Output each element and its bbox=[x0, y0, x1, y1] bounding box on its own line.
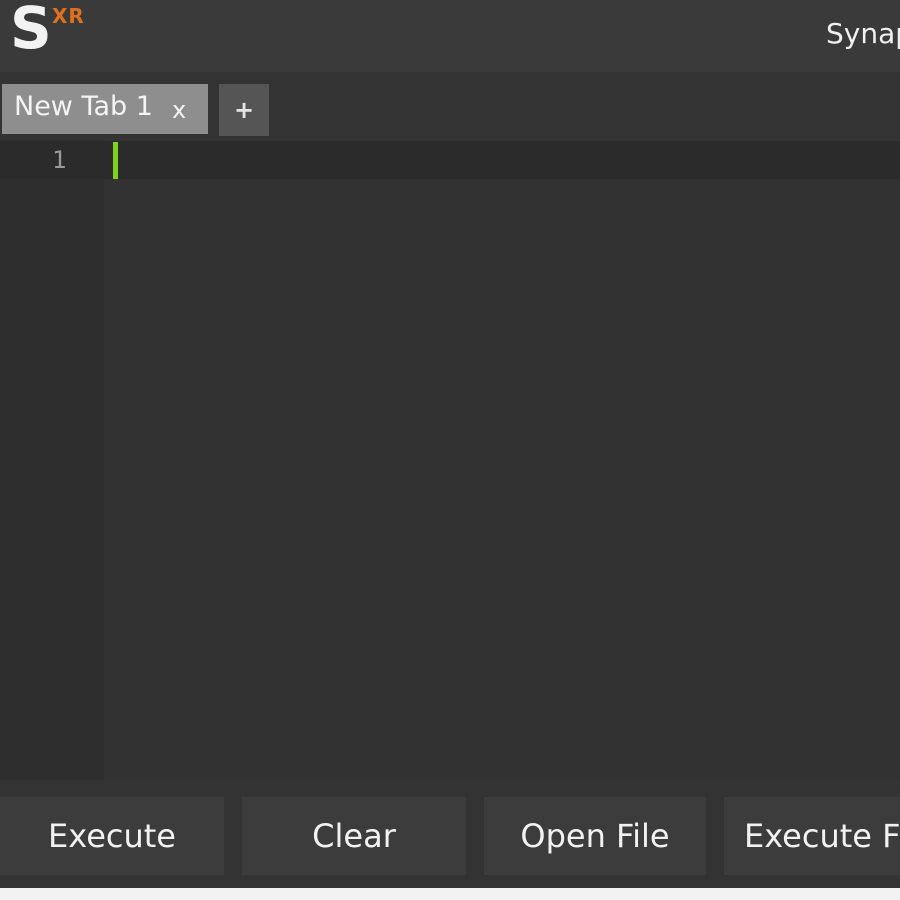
open-file-button[interactable]: Open File bbox=[484, 797, 706, 875]
line-number-gutter bbox=[0, 140, 104, 780]
current-line-highlight bbox=[0, 141, 900, 179]
logo-xr: XR bbox=[52, 4, 85, 28]
code-editor[interactable]: 1 bbox=[0, 140, 900, 780]
synapse-logo: S XR bbox=[10, 0, 100, 72]
tab-label: New Tab 1 bbox=[14, 91, 153, 122]
synapse-window: S XR Synapse X New Tab 1 x + 1 Execute C… bbox=[0, 0, 900, 900]
execute-file-label: Execute File bbox=[744, 817, 900, 855]
execute-button[interactable]: Execute bbox=[0, 797, 224, 875]
tab-close-button[interactable]: x bbox=[172, 96, 186, 124]
action-bar: Execute Clear Open File Execute File bbox=[0, 780, 900, 888]
execute-file-button[interactable]: Execute File bbox=[724, 797, 900, 875]
tab-new-tab-1[interactable]: New Tab 1 x bbox=[2, 84, 208, 134]
window-title: Synapse X bbox=[826, 17, 900, 50]
bottom-edge bbox=[0, 888, 900, 900]
text-caret bbox=[113, 142, 118, 179]
tab-strip: New Tab 1 x + bbox=[0, 72, 900, 140]
logo-s: S bbox=[10, 0, 52, 62]
title-bar[interactable]: S XR Synapse X bbox=[0, 0, 900, 72]
clear-button[interactable]: Clear bbox=[242, 797, 466, 875]
add-tab-button[interactable]: + bbox=[219, 84, 269, 136]
line-number: 1 bbox=[52, 146, 67, 174]
